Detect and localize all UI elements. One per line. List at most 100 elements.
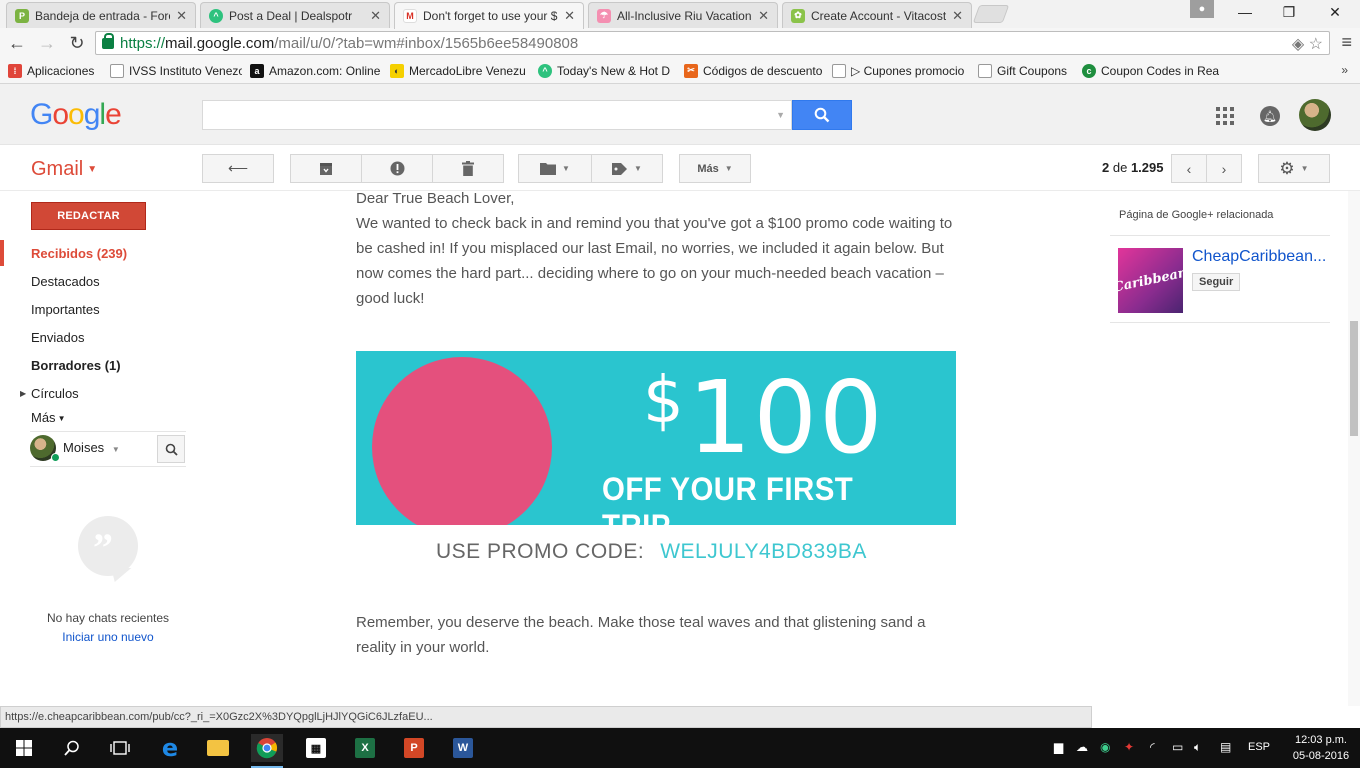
compose-button[interactable]: REDACTAR bbox=[31, 202, 146, 230]
chevron-down-icon: ▼ bbox=[1300, 164, 1309, 173]
sidebar-item-important[interactable]: Importantes bbox=[0, 296, 186, 322]
chevron-down-icon: ▼ bbox=[57, 414, 66, 423]
task-view-icon[interactable] bbox=[104, 734, 136, 762]
bookmark-item[interactable]: IVSS Instituto Venezol bbox=[110, 63, 242, 78]
bookmark-item[interactable]: ✂ Códigos de descuento bbox=[684, 63, 824, 78]
forward-icon[interactable]: → bbox=[34, 30, 60, 56]
labels-button[interactable]: ▼ bbox=[591, 154, 663, 183]
close-icon[interactable]: ✕ bbox=[370, 8, 381, 24]
apps-grid-icon[interactable] bbox=[1216, 107, 1234, 125]
tray-monitor-icon[interactable]: ▆ bbox=[1054, 740, 1063, 754]
bookmark-star-icon[interactable]: ◈ ☆ bbox=[1292, 34, 1323, 54]
battery-icon[interactable]: ▭ bbox=[1172, 740, 1183, 754]
bookmark-item[interactable]: c Coupon Codes in Rea bbox=[1082, 63, 1222, 78]
follow-button[interactable]: Seguir bbox=[1192, 273, 1241, 291]
close-icon[interactable]: ✕ bbox=[176, 8, 187, 24]
pink-circle-graphic bbox=[372, 357, 552, 525]
report-spam-button[interactable] bbox=[361, 154, 433, 183]
lock-icon bbox=[102, 32, 114, 49]
window-close-icon[interactable]: ✕ bbox=[1312, 0, 1358, 24]
browser-tab[interactable]: ^ Post a Deal | Dealspotr ✕ bbox=[200, 2, 390, 28]
taskbar-clock[interactable]: 12:03 p.m. 05-08-2016 bbox=[1286, 732, 1356, 764]
close-icon[interactable]: ✕ bbox=[564, 8, 575, 24]
bookmark-item[interactable]: ⁞ Aplicaciones bbox=[8, 63, 98, 78]
google-logo[interactable]: Google bbox=[30, 98, 122, 132]
promo-code-label: USE PROMO CODE: bbox=[436, 540, 645, 563]
store-icon[interactable]: ▦ bbox=[300, 734, 332, 762]
back-icon[interactable]: ← bbox=[4, 30, 30, 56]
chat-user-name: Moises bbox=[63, 440, 105, 455]
sidebar-item-drafts[interactable]: Borradores (1) bbox=[0, 352, 186, 378]
address-bar[interactable]: https://mail.google.com/mail/u/0/?tab=wm… bbox=[95, 31, 1330, 55]
more-bookmarks-icon[interactable]: » bbox=[1341, 63, 1348, 77]
newer-button[interactable]: ‹ bbox=[1171, 154, 1207, 183]
excel-icon[interactable]: X bbox=[349, 734, 381, 762]
word-icon[interactable]: W bbox=[447, 734, 479, 762]
bookmark-item[interactable]: ▷ Cupones promocio bbox=[832, 63, 970, 78]
reload-icon[interactable]: ↻ bbox=[64, 30, 90, 56]
chat-user-menu[interactable]: Moises ▼ bbox=[63, 440, 120, 455]
sidebar-item-inbox[interactable]: Recibidos (239) bbox=[0, 240, 186, 266]
chrome-menu-icon[interactable]: ≡ bbox=[1341, 32, 1352, 53]
sidebar-item-sent[interactable]: Enviados bbox=[0, 324, 186, 350]
delete-button[interactable] bbox=[432, 154, 504, 183]
older-button[interactable]: › bbox=[1206, 154, 1242, 183]
bookmark-item[interactable]: ◐ MercadoLibre Venezu bbox=[390, 63, 530, 78]
browser-tab[interactable]: ✿ Create Account - Vitacost ✕ bbox=[782, 2, 972, 28]
volume-icon[interactable]: 🔈︎ bbox=[1194, 740, 1201, 755]
edge-browser-icon[interactable]: e bbox=[154, 734, 186, 762]
minimize-icon[interactable]: — bbox=[1222, 0, 1268, 24]
new-tab-button[interactable] bbox=[972, 5, 1010, 23]
browser-tab[interactable]: P Bandeja de entrada - Foro ✕ bbox=[6, 2, 196, 28]
page-scrollbar[interactable] bbox=[1348, 191, 1360, 706]
tray-app-icon[interactable]: ◉ bbox=[1100, 740, 1110, 754]
search-button[interactable] bbox=[792, 100, 852, 130]
tab-title: Don't forget to use your $ bbox=[423, 9, 558, 23]
action-center-icon[interactable]: ▤ bbox=[1220, 740, 1231, 754]
wifi-icon[interactable]: ◜ bbox=[1150, 740, 1155, 754]
account-avatar[interactable] bbox=[1299, 99, 1331, 131]
start-new-chat-link[interactable]: Iniciar uno nuevo bbox=[0, 630, 200, 644]
settings-button[interactable]: ⚙ ▼ bbox=[1258, 154, 1330, 183]
close-icon[interactable]: ✕ bbox=[952, 8, 963, 24]
bookmark-item[interactable]: ^ Today's New & Hot D bbox=[538, 63, 676, 78]
promo-banner-image[interactable]: $100 OFF YOUR FIRST TRIP bbox=[356, 351, 956, 525]
related-page-title: Página de Google+ relacionada bbox=[1119, 209, 1274, 221]
browser-tab-active[interactable]: M Don't forget to use your $ ✕ bbox=[394, 2, 584, 29]
language-indicator[interactable]: ESP bbox=[1248, 741, 1270, 753]
restore-icon[interactable]: ❐ bbox=[1266, 0, 1312, 24]
back-to-inbox-button[interactable]: ⟵ bbox=[202, 154, 274, 183]
cortana-search-icon[interactable] bbox=[56, 734, 88, 762]
move-to-button[interactable]: ▼ bbox=[518, 154, 592, 183]
search-box[interactable]: ▼ bbox=[202, 100, 792, 130]
browser-tab[interactable]: ☂ All-Inclusive Riu Vacation ✕ bbox=[588, 2, 778, 28]
promo-code-value[interactable]: WELJULY4BD839BA bbox=[660, 540, 867, 563]
sidebar-item-circles[interactable]: Círculos bbox=[0, 380, 186, 406]
amazon-icon: a bbox=[250, 63, 264, 78]
scrollbar-thumb[interactable] bbox=[1350, 321, 1358, 436]
more-button[interactable]: Más ▼ bbox=[679, 154, 751, 183]
close-icon[interactable]: ✕ bbox=[758, 8, 769, 24]
chrome-taskbar-icon[interactable] bbox=[251, 734, 283, 768]
sidebar-item-starred[interactable]: Destacados bbox=[0, 268, 186, 294]
search-input[interactable] bbox=[203, 101, 763, 129]
sidebar-item-more[interactable]: Más ▼ bbox=[0, 406, 186, 424]
windows-start-icon[interactable] bbox=[8, 734, 40, 762]
onedrive-cloud-icon[interactable]: ☁ bbox=[1076, 740, 1088, 754]
related-page-name-link[interactable]: CheapCaribbean... bbox=[1192, 248, 1326, 266]
bookmark-item[interactable]: Gift Coupons bbox=[978, 63, 1074, 78]
archive-button[interactable] bbox=[290, 154, 362, 183]
tray-security-icon[interactable]: ✦ bbox=[1124, 740, 1134, 754]
search-options-caret-icon[interactable]: ▼ bbox=[776, 110, 785, 120]
dealspotr-icon: ^ bbox=[538, 63, 552, 78]
file-explorer-icon[interactable] bbox=[202, 734, 234, 762]
tab-title: Create Account - Vitacost bbox=[811, 8, 947, 23]
notifications-bell-icon[interactable]: 🔔︎ bbox=[1260, 106, 1280, 126]
chat-search-button[interactable] bbox=[157, 435, 185, 463]
page-thumbnail[interactable]: Caribbean bbox=[1112, 248, 1189, 313]
bookmark-item[interactable]: a Amazon.com: Online bbox=[250, 63, 382, 78]
gmail-switcher[interactable]: Gmail ▼ bbox=[31, 158, 97, 181]
powerpoint-icon[interactable]: P bbox=[398, 734, 430, 762]
profile-icon[interactable]: ● bbox=[1190, 0, 1214, 18]
bookmark-label: Aplicaciones bbox=[27, 63, 95, 78]
